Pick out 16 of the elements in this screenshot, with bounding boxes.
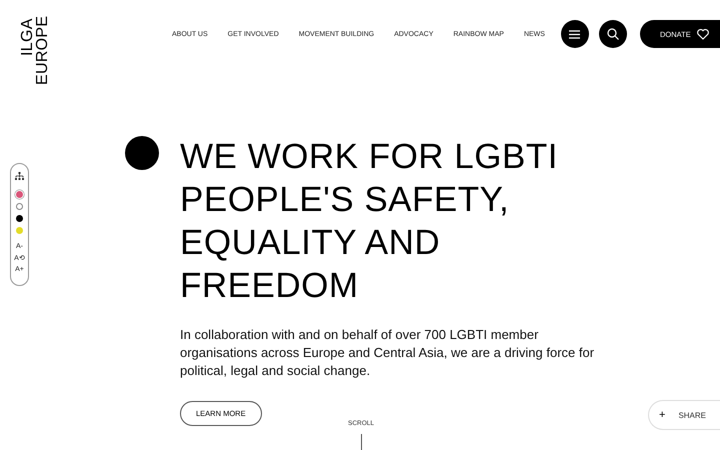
menu-icon xyxy=(569,30,580,38)
menu-button[interactable] xyxy=(560,20,589,48)
logo-text: ILGA xyxy=(20,18,35,56)
logo-text: EUROPE xyxy=(35,18,50,85)
sitemap-icon[interactable] xyxy=(15,172,24,180)
round-dot xyxy=(125,136,159,170)
share-button[interactable]: + SHARE xyxy=(648,400,720,430)
search-icon xyxy=(606,28,619,40)
scroll-line xyxy=(360,434,362,450)
hero-text: In collaboration with and on behalf of over 700 LGBTI member organisations across Europe and Central Asia, we are a driving force for political, legal and social change. xyxy=(180,326,596,380)
heart-icon xyxy=(696,28,709,40)
search-button[interactable] xyxy=(598,20,627,48)
color-swatch[interactable] xyxy=(16,191,23,198)
hero-heading: WE WORK FOR LGBTI PEOPLE'S SAFETY, EQUALITY AND FREEDOM xyxy=(180,136,558,307)
color-swatch[interactable] xyxy=(16,203,23,210)
color-swatch[interactable] xyxy=(16,215,23,222)
